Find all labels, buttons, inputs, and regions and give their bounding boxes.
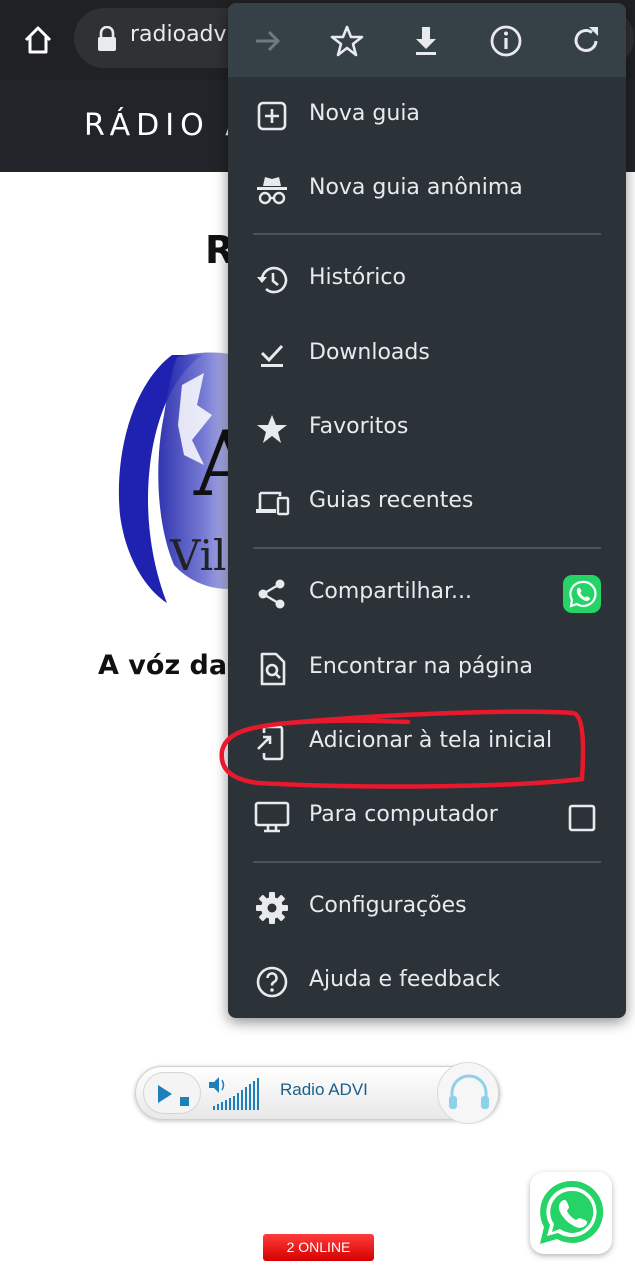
home-icon[interactable]: [18, 20, 58, 60]
menu-item-new-tab[interactable]: Nova guia: [228, 79, 626, 153]
plus-box-icon: [257, 101, 287, 131]
menu-action-toolbar: [228, 3, 626, 77]
play-icon: [158, 1085, 189, 1106]
download-icon[interactable]: [408, 23, 444, 59]
red-highlight-annotation: [219, 709, 586, 789]
menu-item-bookmarks[interactable]: Favoritos: [228, 392, 626, 466]
whatsapp-float-button[interactable]: [530, 1172, 612, 1254]
menu-item-settings[interactable]: Configurações: [228, 871, 626, 945]
whatsapp-share-icon[interactable]: [563, 575, 601, 613]
desktop-icon: [254, 801, 290, 833]
forward-icon[interactable]: [250, 23, 286, 59]
menu-item-label: Favoritos: [309, 414, 409, 439]
find-in-page-icon: [260, 652, 286, 686]
menu-divider: [253, 861, 601, 863]
help-icon: [256, 966, 288, 998]
history-icon: [257, 266, 288, 294]
menu-item-label: Histórico: [309, 265, 406, 290]
share-icon: [258, 579, 285, 609]
browser-overflow-menu: Nova guia Nova guia anônima Histórico Do…: [228, 3, 626, 1018]
desktop-site-checkbox[interactable]: [568, 804, 596, 832]
online-count-badge: 2 ONLINE: [263, 1234, 374, 1261]
refresh-icon[interactable]: [568, 23, 604, 59]
menu-item-help-feedback[interactable]: Ajuda e feedback: [228, 945, 626, 1018]
menu-item-label: Compartilhar...: [309, 579, 473, 604]
menu-item-incognito-tab[interactable]: Nova guia anônima: [228, 153, 626, 227]
menu-item-share[interactable]: Compartilhar...: [228, 557, 626, 631]
incognito-icon: [257, 177, 287, 205]
menu-item-label: Nova guia: [309, 101, 420, 126]
volume-icon[interactable]: [205, 1072, 265, 1112]
star-filled-icon: [257, 415, 287, 443]
site-title[interactable]: RÁDIO A: [84, 108, 252, 143]
menu-item-find-in-page[interactable]: Encontrar na página: [228, 632, 626, 706]
lock-icon: [98, 26, 116, 51]
menu-item-label: Configurações: [309, 893, 467, 918]
menu-item-label: Para computador: [309, 802, 498, 827]
devices-icon: [256, 491, 290, 516]
menu-divider: [253, 233, 601, 235]
menu-item-desktop-site[interactable]: Para computador: [228, 780, 626, 854]
play-stop-button[interactable]: [143, 1072, 201, 1114]
menu-item-downloads[interactable]: Downloads: [228, 318, 626, 392]
headphones-icon: [449, 1074, 489, 1109]
menu-item-label: Guias recentes: [309, 488, 474, 513]
download-check-icon: [260, 344, 284, 367]
url-text[interactable]: radioadvi: [130, 22, 233, 47]
menu-item-label: Encontrar na página: [309, 654, 533, 679]
headphones-button[interactable]: [437, 1062, 499, 1124]
menu-item-label: Downloads: [309, 340, 430, 365]
whatsapp-icon: [540, 1180, 604, 1244]
menu-divider: [253, 547, 601, 549]
menu-item-label: Nova guia anônima: [309, 175, 523, 200]
page-tagline: A vóz da: [98, 650, 228, 681]
gear-icon: [256, 892, 288, 924]
bookmark-star-icon[interactable]: [329, 23, 365, 59]
menu-item-history[interactable]: Histórico: [228, 243, 626, 317]
info-icon[interactable]: [488, 23, 524, 59]
menu-item-label: Ajuda e feedback: [309, 967, 501, 992]
menu-item-recent-tabs[interactable]: Guias recentes: [228, 466, 626, 540]
station-name: Radio ADVI: [280, 1080, 368, 1099]
